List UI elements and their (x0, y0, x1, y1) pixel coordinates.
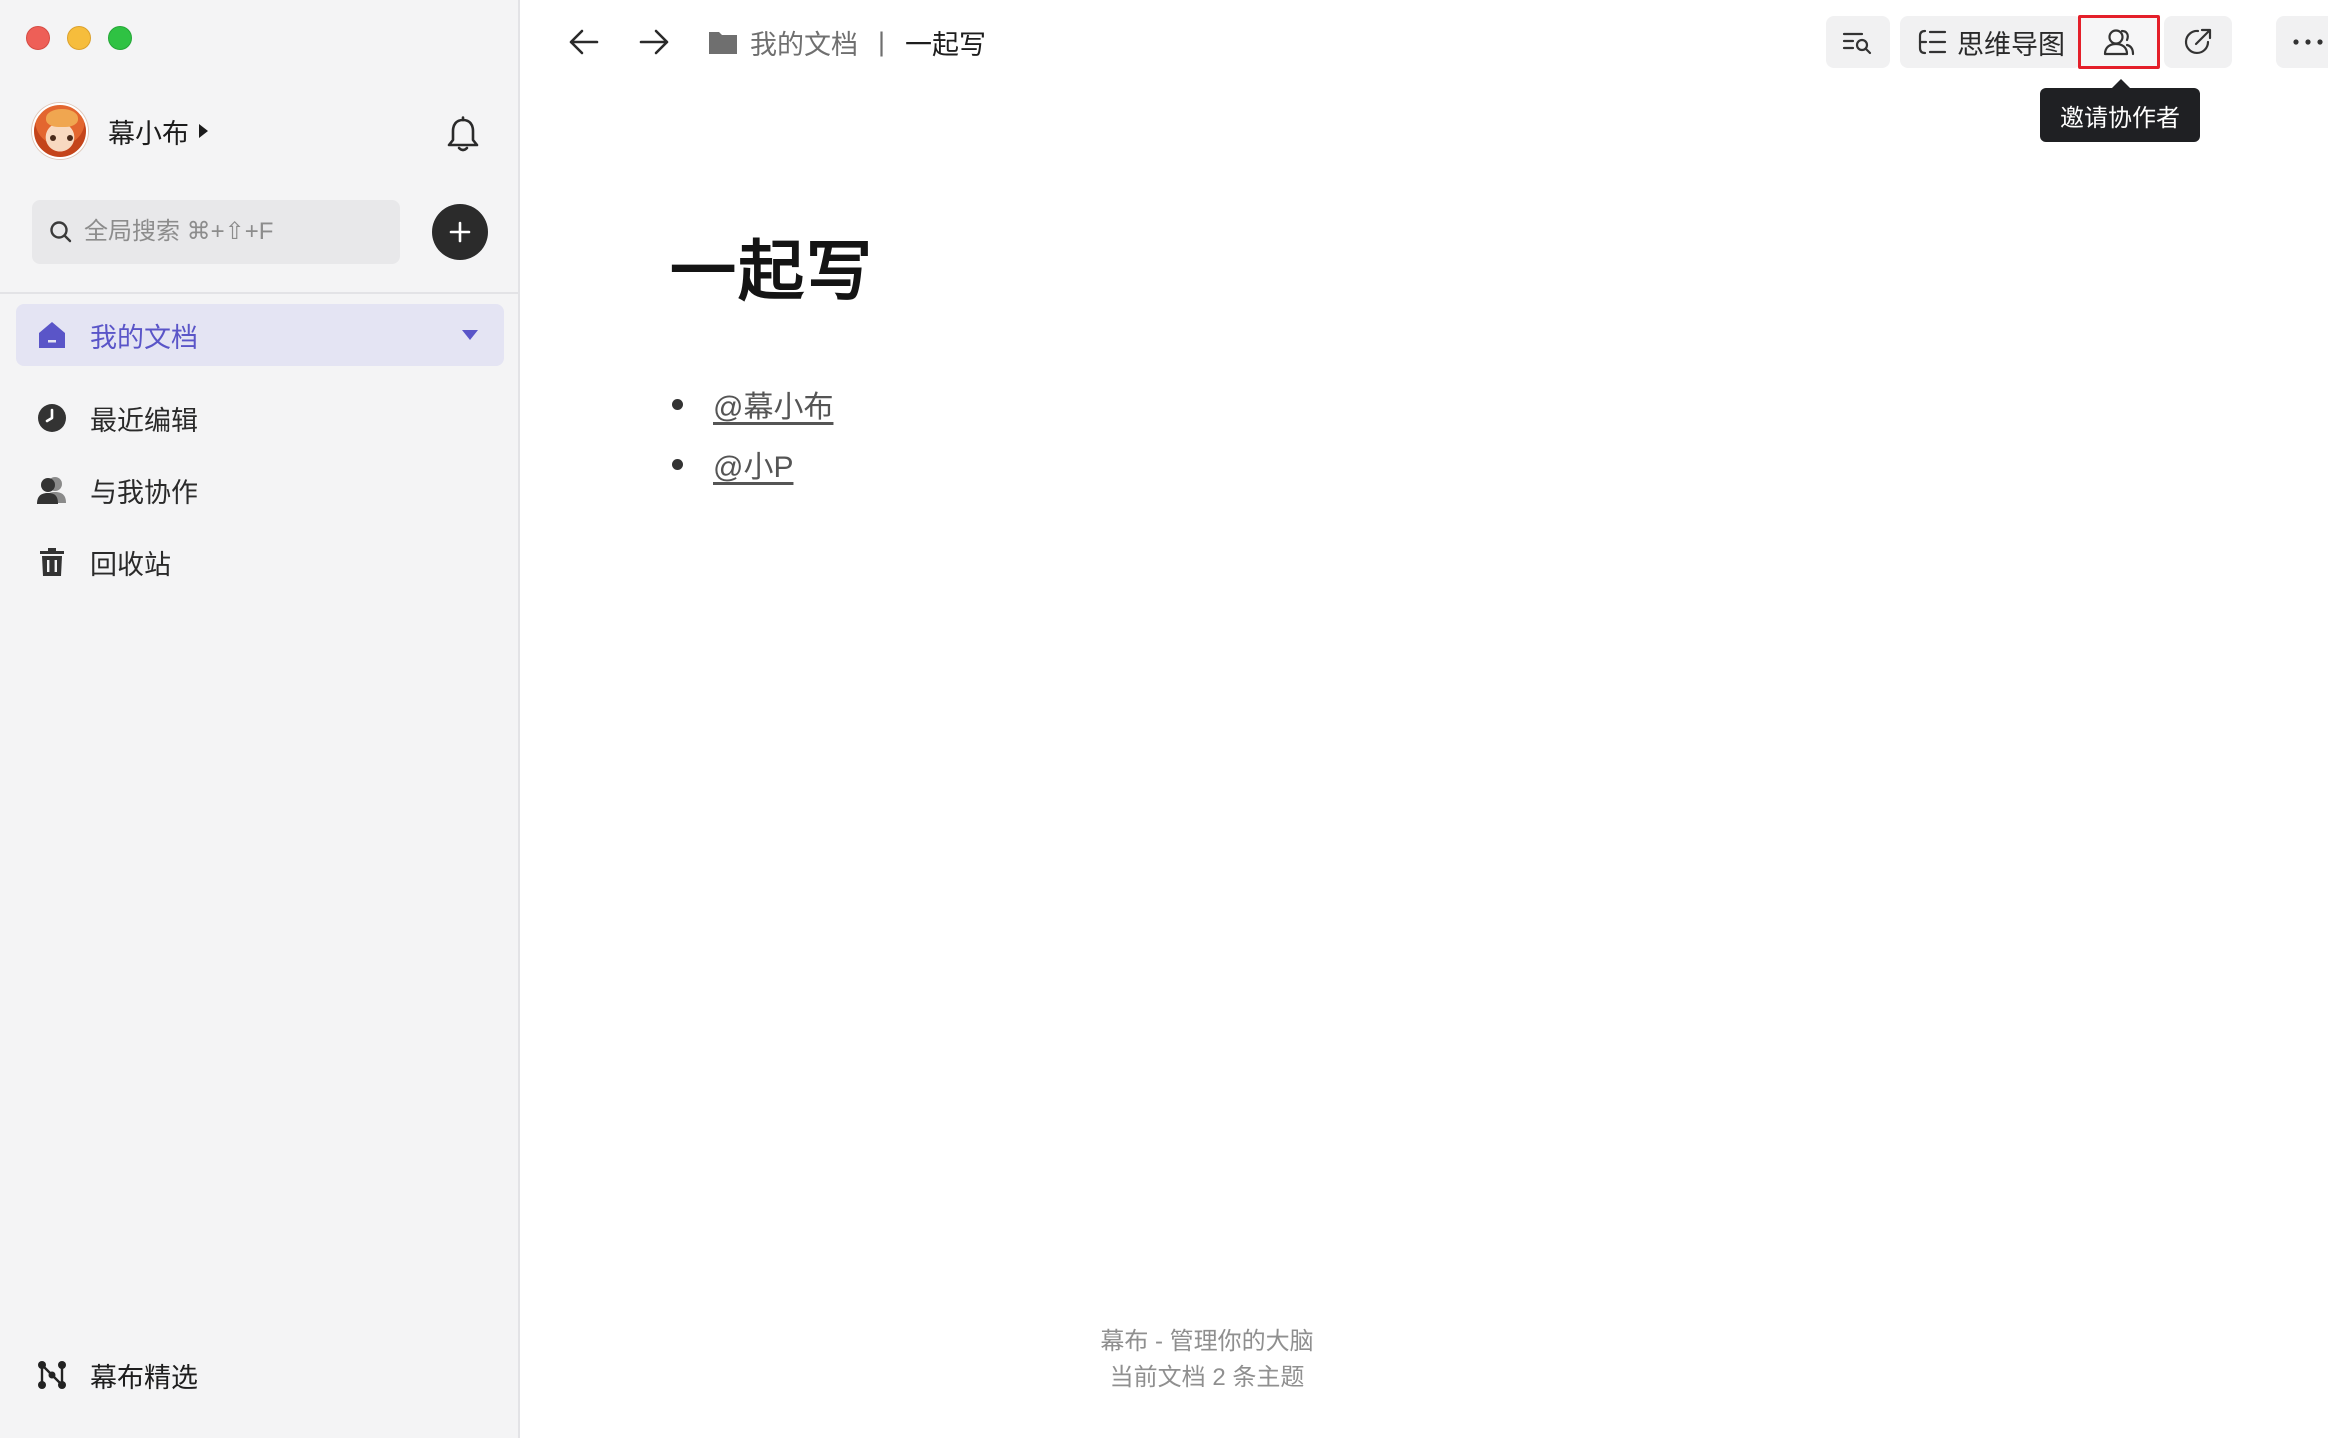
users-icon (37, 477, 66, 504)
sidebar-item-label: 幕布精选 (90, 1362, 198, 1393)
mindmap-button[interactable]: 思维导图 (1900, 16, 2082, 68)
document-title[interactable]: 一起写 (670, 218, 874, 314)
sidebar-item-recent[interactable]: 最近编辑 (36, 393, 198, 443)
search-input[interactable] (84, 218, 384, 246)
folder-icon (709, 32, 737, 54)
user-menu[interactable]: 幕小布 (32, 103, 208, 159)
list-item[interactable]: @幕小布 (672, 374, 833, 434)
users-outline-icon (2103, 29, 2135, 56)
share-icon (2184, 28, 2212, 54)
breadcrumb-separator: | (878, 26, 886, 57)
close-window-button[interactable] (26, 26, 50, 50)
bullet-dot[interactable] (672, 398, 683, 410)
footer-topic-count: 当前文档 2 条主题 (1109, 1364, 1305, 1391)
document-outline: @幕小布 @小P (672, 374, 833, 494)
window-controls (26, 26, 132, 50)
mention-link[interactable]: @幕小布 (713, 382, 833, 426)
bullet-dot[interactable] (672, 458, 683, 470)
mindmap-icon (1918, 29, 1947, 55)
trash-icon (40, 548, 64, 576)
minimize-window-button[interactable] (67, 26, 91, 50)
avatar (32, 103, 88, 159)
chevron-down-icon[interactable] (462, 330, 478, 340)
sidebar-item-my-docs[interactable]: 我的文档 (16, 304, 504, 366)
arrow-right-icon (639, 29, 669, 55)
mindmap-label: 思维导图 (1957, 29, 2065, 60)
sidebar-item-label: 回收站 (90, 549, 171, 580)
main-panel: 我的文档 | 一起写 思维导图 邀请协作者 一起写 @幕小布 @小P 幕布 - … (522, 0, 2328, 1438)
more-button[interactable] (2276, 16, 2328, 68)
search-icon (50, 221, 72, 243)
share-button[interactable] (2164, 16, 2232, 68)
sidebar-item-label: 与我协作 (90, 477, 198, 508)
clock-icon (38, 404, 66, 432)
invite-collaborators-button[interactable] (2078, 15, 2160, 69)
sidebar-item-featured[interactable]: 幕布精选 (36, 1350, 198, 1400)
global-search[interactable] (32, 200, 400, 264)
sidebar-item-label: 最近编辑 (90, 405, 198, 436)
caret-right-icon (199, 124, 208, 138)
list-item[interactable]: @小P (672, 434, 833, 494)
list-search-icon (1842, 32, 1872, 55)
invite-tooltip: 邀请协作者 (2040, 79, 2200, 142)
back-button[interactable] (564, 22, 604, 62)
sidebar: 幕小布 我的文档 最近编辑 (0, 0, 520, 1438)
breadcrumb-current: 一起写 (905, 29, 987, 60)
more-horizontal-icon (2293, 39, 2323, 45)
breadcrumb-root[interactable]: 我的文档 (750, 23, 858, 62)
bell-icon[interactable] (446, 116, 480, 154)
mention-link[interactable]: @小P (713, 442, 793, 486)
forward-button[interactable] (634, 22, 674, 62)
add-document-button[interactable] (432, 204, 488, 260)
zoom-window-button[interactable] (108, 26, 132, 50)
sidebar-item-trash[interactable]: 回收站 (36, 537, 171, 587)
username: 幕小布 (108, 118, 189, 149)
sidebar-item-collab[interactable]: 与我协作 (36, 465, 198, 515)
document-footer: 幕布 - 管理你的大脑 当前文档 2 条主题 (522, 1324, 1892, 1396)
breadcrumb: 我的文档 | 一起写 (708, 22, 986, 62)
plus-icon (449, 221, 471, 243)
sidebar-divider (0, 292, 520, 294)
footer-slogan: 幕布 - 管理你的大脑 (1100, 1328, 1314, 1355)
home-icon (39, 322, 65, 348)
sidebar-item-label: 我的文档 (90, 322, 198, 353)
network-icon (38, 1361, 66, 1389)
arrow-left-icon (569, 29, 599, 55)
find-in-doc-button[interactable] (1826, 16, 1890, 68)
